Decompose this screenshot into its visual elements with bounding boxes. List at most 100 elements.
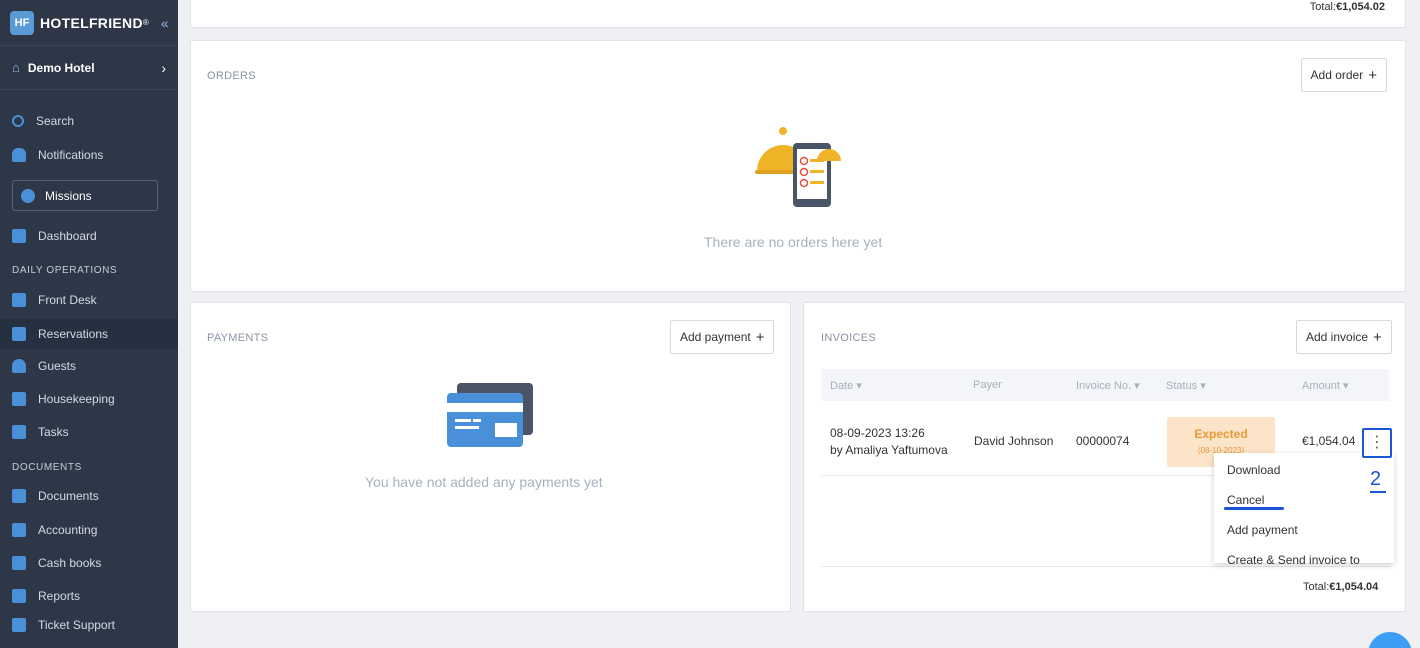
invoices-total: Total:€1,054.04 [1303, 581, 1378, 593]
food-order-illustration-icon [755, 127, 841, 207]
sidebar-item-guests[interactable]: Guests [0, 352, 178, 380]
payments-card: PAYMENTS Add payment + You have not added… [190, 302, 791, 612]
section-label-daily-operations: DAILY OPERATIONS [12, 265, 118, 276]
wrench-icon [12, 425, 26, 439]
menu-item-cancel[interactable]: Cancel [1227, 493, 1264, 507]
sidebar-item-tasks[interactable]: Tasks [0, 418, 178, 446]
plus-icon: + [755, 328, 765, 346]
sidebar-item-ticket-support[interactable]: Ticket Support [0, 611, 178, 639]
more-actions-icon[interactable]: ⋮ [1362, 428, 1392, 458]
top-total: Total:€1,054.02 [1310, 1, 1385, 13]
home-icon: ⌂ [12, 60, 20, 75]
sort-caret-icon: ▾ [1342, 380, 1349, 392]
credit-card-illustration-icon [447, 383, 533, 447]
sidebar-item-notifications[interactable]: Notifications [0, 141, 178, 169]
column-header-amount[interactable]: Amount ▾ [1302, 379, 1349, 392]
top-total-label: Total: [1309, 1, 1337, 13]
sidebar-item-label: Tasks [38, 425, 69, 439]
hotel-name: Demo Hotel [27, 60, 95, 75]
chevron-right-icon: › [161, 59, 166, 76]
cancel-highlight-underline [1224, 507, 1284, 510]
hotel-selector[interactable]: ⌂ Demo Hotel › [0, 45, 178, 90]
sort-caret-icon: ▾ [1134, 380, 1140, 392]
payments-empty-text: You have not added any payments yet [365, 474, 603, 490]
sidebar-item-front-desk[interactable]: Front Desk [0, 286, 178, 314]
invoice-payer: David Johnson [974, 434, 1054, 448]
menu-item-create-send-invoice[interactable]: Create & Send invoice to [1227, 553, 1360, 567]
dashboard-icon [12, 229, 26, 243]
add-order-button[interactable]: Add order + [1300, 58, 1387, 92]
sort-caret-icon: ▾ [1200, 380, 1206, 392]
menu-item-download[interactable]: Download [1227, 463, 1280, 477]
sidebar-item-reservations[interactable]: Reservations [0, 319, 178, 349]
top-total-value: €1,054.02 [1336, 1, 1385, 13]
orders-title: ORDERS [207, 70, 256, 82]
sidebar-item-reports[interactable]: Reports [0, 582, 178, 610]
sidebar-item-label: Cash books [38, 556, 102, 570]
sort-caret-icon: ▾ [856, 380, 862, 392]
bell-icon [12, 148, 26, 162]
column-header-label: Invoice No. [1076, 380, 1132, 392]
clipboard-icon [12, 589, 26, 603]
invoices-total-label: Total: [1303, 581, 1330, 593]
column-header-status[interactable]: Status ▾ [1166, 379, 1206, 392]
status-label: Expected [1194, 427, 1248, 441]
plus-icon: + [1368, 66, 1377, 84]
invoice-amount: €1,054.04 [1302, 434, 1356, 448]
sidebar-item-cash-books[interactable]: Cash books [0, 549, 178, 577]
sidebar-item-housekeeping[interactable]: Housekeeping [0, 385, 178, 413]
add-payment-button[interactable]: Add payment + [670, 320, 775, 354]
hotelfriend-logo-icon: HF [10, 10, 34, 35]
sidebar: HF HOTELFRIEND ® « ⌂ Demo Hotel › Search… [0, 0, 178, 648]
search-icon [12, 115, 24, 127]
missions-button[interactable]: Missions [12, 180, 158, 211]
sidebar-item-label: Reports [38, 589, 81, 603]
plus-icon: + [1373, 328, 1382, 346]
collapse-sidebar-icon[interactable]: « [161, 15, 169, 31]
sidebar-item-label: Search [36, 114, 75, 128]
accounting-icon [12, 523, 26, 537]
sidebar-item-label: Notifications [38, 148, 104, 162]
annotation-underline [1370, 491, 1386, 493]
sidebar-item-label: Reservations [38, 327, 109, 341]
sidebar-item-documents[interactable]: Documents [0, 482, 178, 510]
orders-card: ORDERS Add order + There are no orders he… [190, 40, 1406, 292]
folder-icon [12, 489, 26, 503]
column-header-label: Date [830, 380, 854, 392]
sidebar-item-label: Front Desk [38, 293, 97, 307]
sidebar-item-label: Ticket Support [38, 618, 115, 632]
orders-empty-text: There are no orders here yet [704, 234, 883, 250]
help-chat-icon[interactable] [1368, 632, 1412, 648]
registered-mark-icon: ® [142, 18, 149, 27]
payments-title: PAYMENTS [207, 332, 269, 344]
column-header-payer: Payer [973, 379, 1002, 391]
invoices-card: INVOICES Add invoice + Date ▾ Payer Invoi… [803, 302, 1406, 612]
column-header-label: Status [1166, 380, 1198, 392]
calendar-icon [12, 293, 26, 307]
column-header-invoice-no[interactable]: Invoice No. ▾ [1076, 379, 1140, 392]
sidebar-item-label: Documents [38, 489, 99, 503]
invoice-date: 08-09-2023 13:26 [830, 426, 925, 440]
invoices-total-value: €1,054.04 [1329, 581, 1379, 593]
brand-logo[interactable]: HF HOTELFRIEND ® « [0, 0, 178, 45]
invoice-actions-menu: Download Cancel Add payment Create & Sen… [1214, 453, 1394, 567]
sidebar-item-dashboard[interactable]: Dashboard [0, 222, 178, 250]
add-invoice-label: Add invoice [1306, 330, 1369, 344]
missions-label: Missions [45, 188, 92, 203]
add-invoice-button[interactable]: Add invoice + [1296, 320, 1392, 354]
sidebar-item-search[interactable]: Search [0, 107, 178, 135]
invoices-table-header: Date ▾ Payer Invoice No. ▾ Status ▾ Amou… [821, 369, 1389, 401]
sidebar-item-label: Guests [38, 359, 77, 373]
menu-item-add-payment[interactable]: Add payment [1227, 523, 1298, 537]
book-icon [12, 556, 26, 570]
sidebar-item-label: Dashboard [38, 229, 97, 243]
invoices-title: INVOICES [821, 332, 876, 344]
sidebar-item-label: Accounting [38, 523, 98, 537]
add-order-label: Add order [1310, 68, 1364, 82]
column-header-date[interactable]: Date ▾ [830, 379, 862, 392]
sidebar-item-accounting[interactable]: Accounting [0, 516, 178, 544]
sidebar-item-label: Housekeeping [38, 392, 115, 406]
invoice-created-by: by Amaliya Yaftumova [830, 443, 948, 457]
reservations-icon [12, 327, 26, 341]
add-payment-label: Add payment [680, 330, 751, 344]
